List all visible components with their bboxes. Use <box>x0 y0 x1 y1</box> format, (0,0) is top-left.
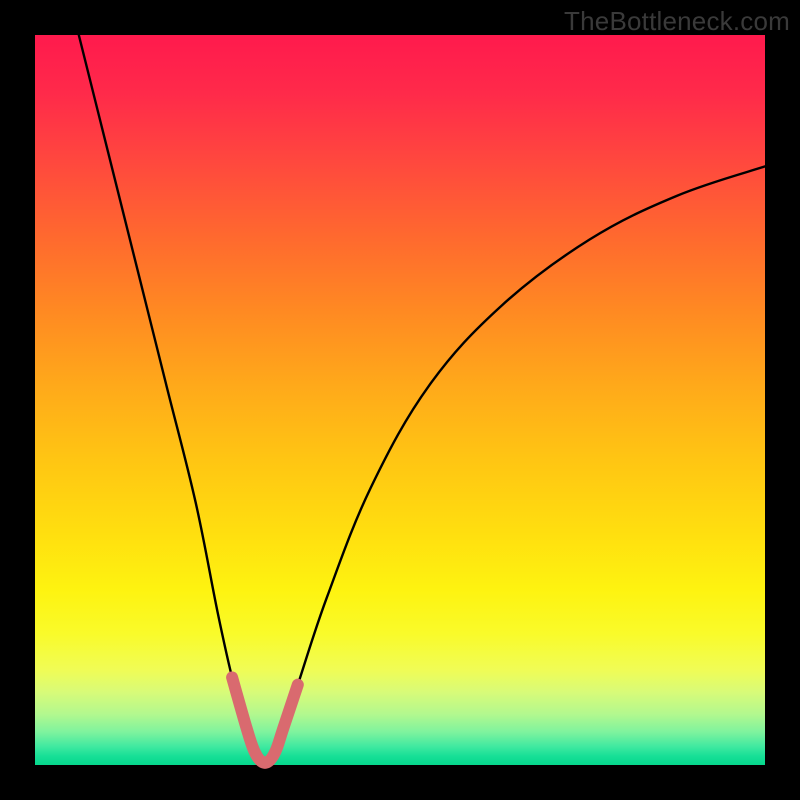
plot-area <box>35 35 765 765</box>
trough-highlight <box>232 677 298 762</box>
watermark-text: TheBottleneck.com <box>564 6 790 37</box>
curve-path <box>79 35 765 763</box>
chart-frame: TheBottleneck.com <box>0 0 800 800</box>
bottleneck-curve <box>35 35 765 765</box>
